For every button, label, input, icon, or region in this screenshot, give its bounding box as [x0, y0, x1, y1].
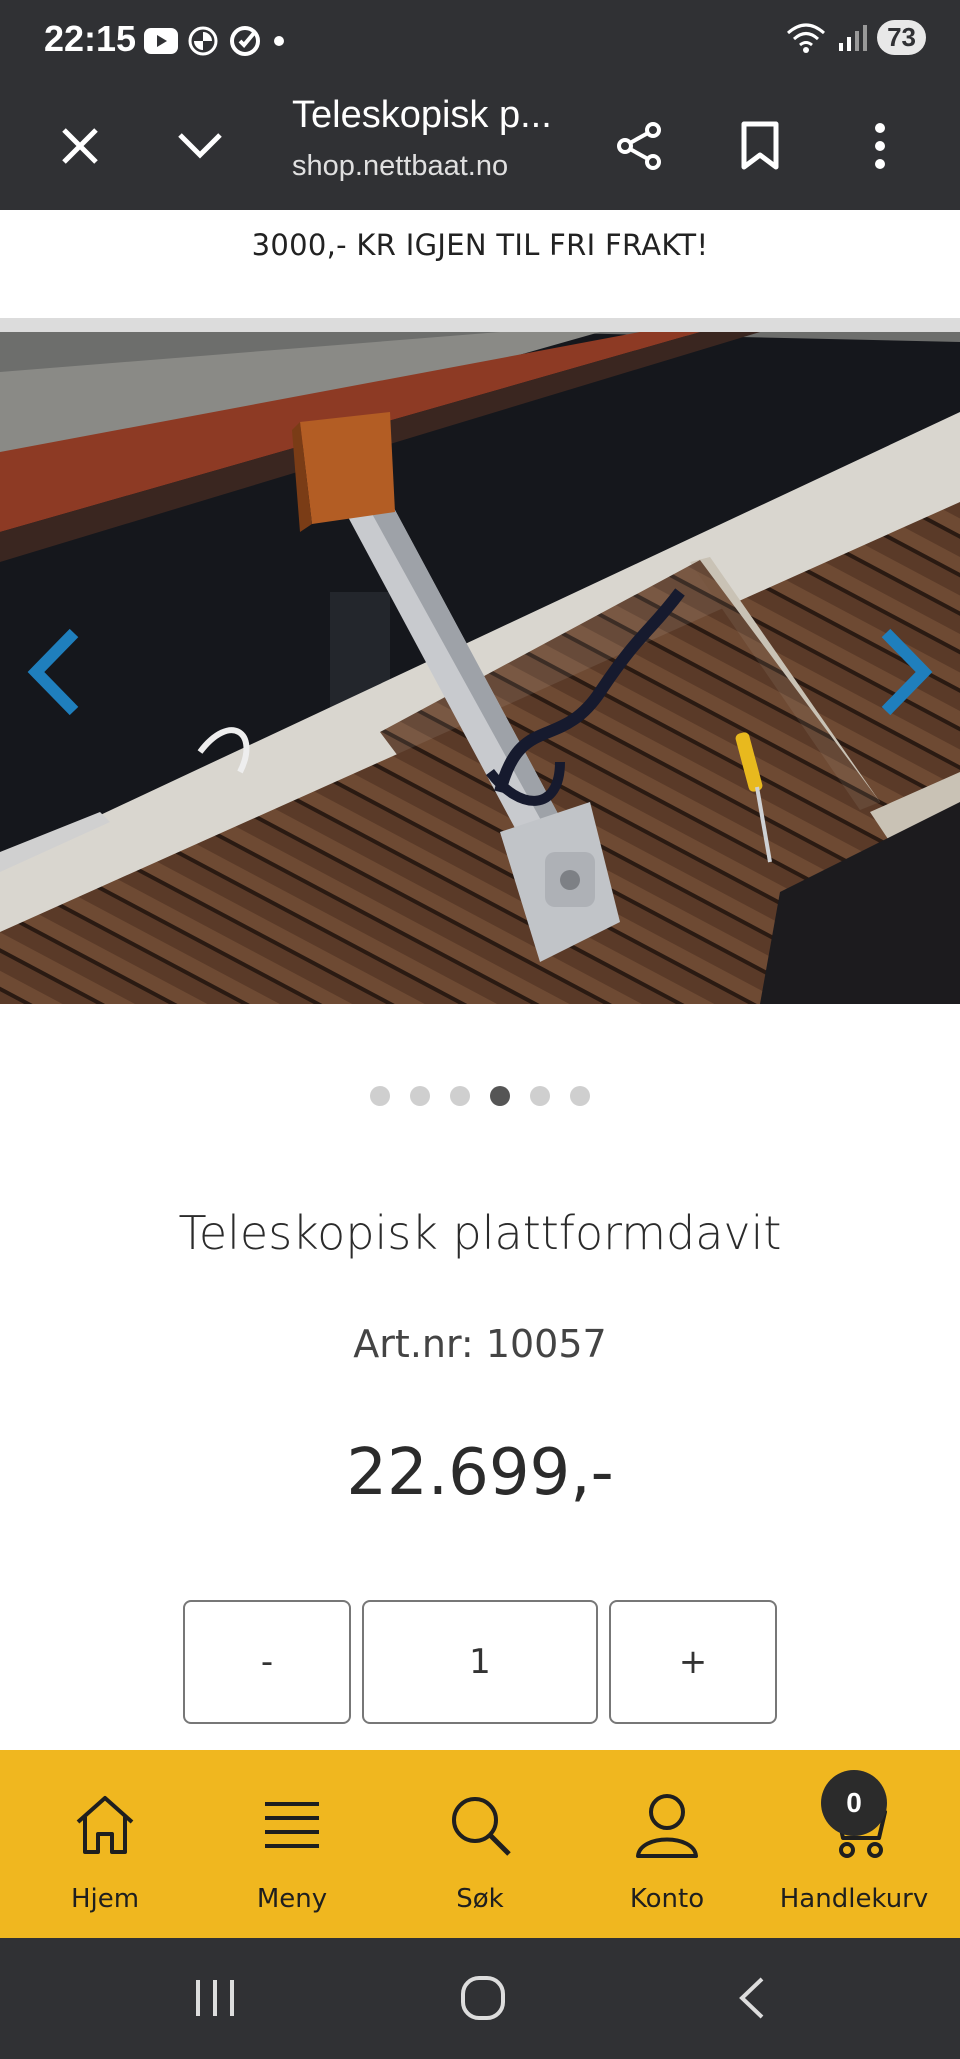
carousel-dot[interactable] [530, 1086, 550, 1106]
wifi-icon [787, 23, 826, 53]
back-chevron-icon [739, 1977, 764, 2019]
product-photo [0, 332, 960, 1004]
carousel-next-button[interactable] [866, 622, 946, 722]
status-icons-left [144, 24, 286, 58]
minimize-button[interactable] [160, 106, 240, 186]
share-icon [617, 122, 661, 170]
account-icon [636, 1794, 698, 1858]
chevron-right-icon [881, 628, 933, 716]
nav-label-home: Hjem [70, 1884, 140, 1914]
quantity-increase-button[interactable]: + [609, 1600, 777, 1724]
bottom-navigation: Hjem Meny Søk Konto 0 Handlekurv [0, 1750, 960, 1938]
nav-label-cart: Handlekurv [779, 1884, 929, 1914]
quantity-decrease-button[interactable]: - [183, 1600, 351, 1724]
nav-item-cart[interactable]: 0 Handlekurv [774, 1750, 934, 1938]
divider [0, 318, 960, 332]
chevron-down-icon [178, 133, 222, 159]
carousel-dot[interactable] [570, 1086, 590, 1106]
bookmark-icon [741, 121, 779, 170]
home-circle-icon [461, 1976, 505, 2020]
chevron-left-icon [27, 628, 79, 716]
status-bar: 22:15 73 [0, 0, 960, 84]
carousel-prev-button[interactable] [14, 622, 94, 722]
carousel-dot[interactable] [450, 1086, 470, 1106]
free-shipping-banner: 3000,- KR IGJEN TIL FRI FRAKT! [0, 210, 960, 318]
status-icons-right: 73 [785, 20, 926, 55]
more-options-button[interactable] [840, 106, 920, 186]
home-icon [76, 1796, 134, 1854]
recent-apps-icon [196, 1980, 234, 2016]
page-url[interactable]: shop.nettbaat.no [292, 150, 562, 183]
nav-label-search: Søk [456, 1884, 504, 1914]
back-button[interactable] [716, 1968, 786, 2028]
banner-text: 3000,- KR IGJEN TIL FRI FRAKT! [251, 228, 709, 262]
bmw-icon [188, 26, 218, 56]
youtube-icon [144, 28, 178, 54]
nav-label-menu: Meny [256, 1884, 328, 1914]
nav-item-account[interactable]: Konto [587, 1750, 747, 1938]
status-time: 22:15 [44, 18, 137, 59]
quantity-input[interactable]: 1 [362, 1600, 598, 1724]
nav-item-menu[interactable]: Meny [212, 1750, 372, 1938]
page-title[interactable]: Teleskopisk p... [292, 94, 562, 137]
system-navigation-bar [0, 1938, 960, 2059]
close-icon [62, 128, 98, 164]
product-title: Teleskopisk plattformdavit [178, 1206, 782, 1260]
nav-item-search[interactable]: Søk [400, 1750, 560, 1938]
nav-label-account: Konto [629, 1884, 705, 1914]
product-price: 22.699,- [346, 1436, 614, 1510]
signal-icon [839, 24, 868, 51]
more-vertical-icon [875, 123, 885, 169]
close-tab-button[interactable] [40, 106, 120, 186]
dot-icon [274, 36, 284, 46]
bookmark-button[interactable] [720, 106, 800, 186]
sync-icon [230, 26, 260, 56]
browser-toolbar: Teleskopisk p... shop.nettbaat.no [0, 84, 960, 210]
carousel-dot[interactable] [370, 1086, 390, 1106]
article-number: Art.nr: 10057 [353, 1322, 607, 1366]
carousel-dot[interactable] [490, 1086, 510, 1106]
home-system-button[interactable] [448, 1968, 518, 2028]
menu-icon [265, 1802, 319, 1848]
cart-count-badge: 0 [821, 1770, 887, 1836]
carousel-dots [0, 1086, 960, 1106]
recent-apps-button[interactable] [180, 1968, 250, 2028]
product-image-carousel[interactable] [0, 332, 960, 1004]
search-icon [452, 1797, 511, 1856]
carousel-dot[interactable] [410, 1086, 430, 1106]
battery-indicator: 73 [877, 20, 926, 55]
nav-item-home[interactable]: Hjem [25, 1750, 185, 1938]
share-button[interactable] [600, 106, 680, 186]
